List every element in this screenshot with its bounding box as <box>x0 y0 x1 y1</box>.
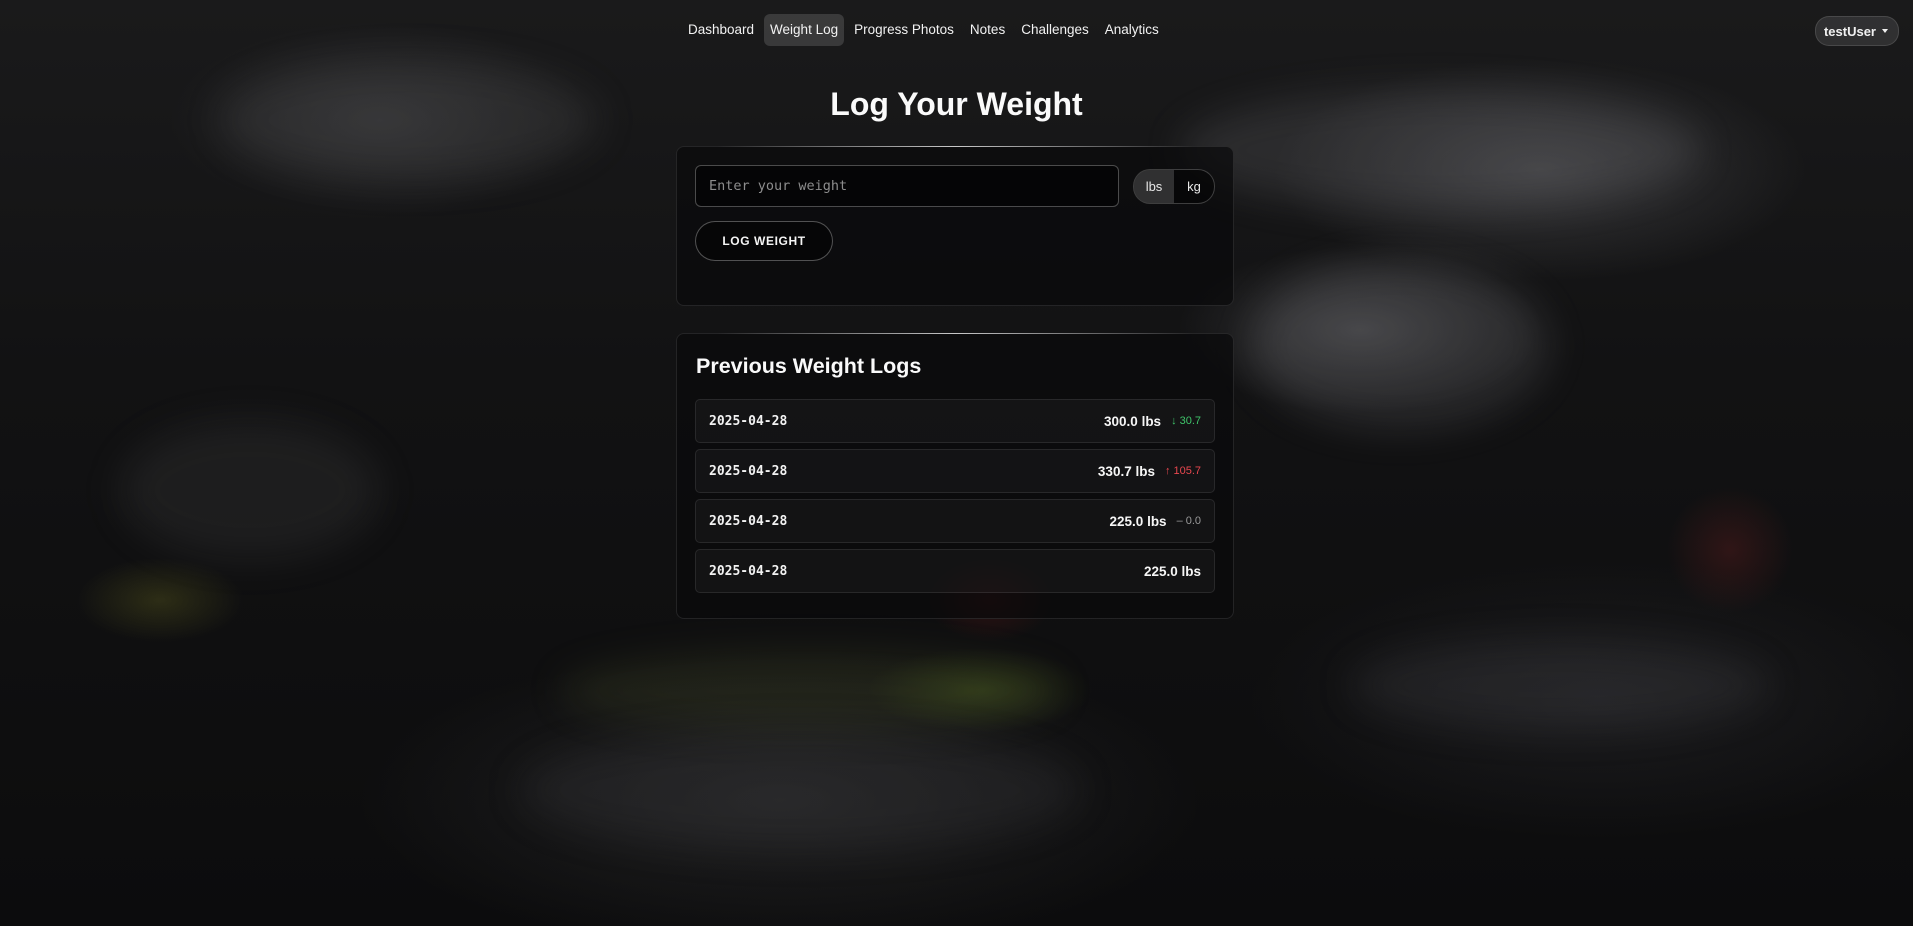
log-values: 300.0 lbs ↓ 30.7 <box>1104 414 1201 429</box>
page-title: Log Your Weight <box>830 86 1083 122</box>
user-menu-button[interactable]: testUser <box>1814 16 1899 46</box>
log-weight-button[interactable]: LOG WEIGHT <box>695 221 833 261</box>
unit-lbs-button[interactable]: lbs <box>1134 170 1174 203</box>
nav-link-challenges[interactable]: Challenges <box>1015 14 1095 46</box>
change-value: 30.7 <box>1179 415 1201 427</box>
log-weight: 225.0 lbs <box>1109 513 1167 529</box>
caret-down-icon <box>1882 29 1888 33</box>
previous-logs-card: Previous Weight Logs 2025-04-28 300.0 lb… <box>676 333 1234 619</box>
weight-change: ↑ 105.7 <box>1165 465 1201 477</box>
username-label: testUser <box>1823 23 1876 39</box>
log-values: 330.7 lbs ↑ 105.7 <box>1098 464 1201 479</box>
log-weight-card: lbs kg LOG WEIGHT <box>676 146 1234 306</box>
log-date: 2025-04-28 <box>709 413 788 429</box>
log-row: 2025-04-28 330.7 lbs ↑ 105.7 <box>695 449 1215 493</box>
nav-link-notes[interactable]: Notes <box>964 14 1011 46</box>
weight-change: ↓ 30.7 <box>1171 415 1201 427</box>
log-row: 2025-04-28 300.0 lbs ↓ 30.7 <box>695 399 1215 443</box>
arrow-down-icon: ↓ <box>1171 415 1177 427</box>
log-values: 225.0 lbs <box>1144 564 1201 579</box>
weight-change: – 0.0 <box>1177 515 1201 527</box>
top-navbar: Dashboard Weight Log Progress Photos Not… <box>0 14 1913 46</box>
nav-link-weight-log[interactable]: Weight Log <box>764 14 845 46</box>
nav-links: Dashboard Weight Log Progress Photos Not… <box>682 14 1165 46</box>
unit-kg-button[interactable]: kg <box>1174 170 1214 203</box>
log-weight: 330.7 lbs <box>1097 463 1155 479</box>
nav-link-dashboard[interactable]: Dashboard <box>682 14 760 46</box>
nav-link-analytics[interactable]: Analytics <box>1099 14 1165 46</box>
log-values: 225.0 lbs – 0.0 <box>1110 514 1201 529</box>
change-value: 105.7 <box>1173 465 1201 477</box>
log-weight: 300.0 lbs <box>1104 413 1162 429</box>
log-weight: 225.0 lbs <box>1143 563 1201 579</box>
log-date: 2025-04-28 <box>709 563 788 579</box>
unit-toggle: lbs kg <box>1133 169 1215 204</box>
log-date: 2025-04-28 <box>709 513 788 529</box>
log-row: 2025-04-28 225.0 lbs – 0.0 <box>695 499 1215 543</box>
dash-icon: – <box>1176 515 1183 527</box>
section-title: Previous Weight Logs <box>696 354 922 378</box>
weight-input[interactable] <box>695 165 1119 207</box>
log-list: 2025-04-28 300.0 lbs ↓ 30.7 2025-04-28 3… <box>695 399 1215 599</box>
nav-link-progress-photos[interactable]: Progress Photos <box>848 14 960 46</box>
log-row: 2025-04-28 225.0 lbs <box>695 549 1215 593</box>
change-value: 0.0 <box>1185 515 1201 527</box>
log-date: 2025-04-28 <box>709 463 788 479</box>
arrow-up-icon: ↑ <box>1164 465 1171 477</box>
